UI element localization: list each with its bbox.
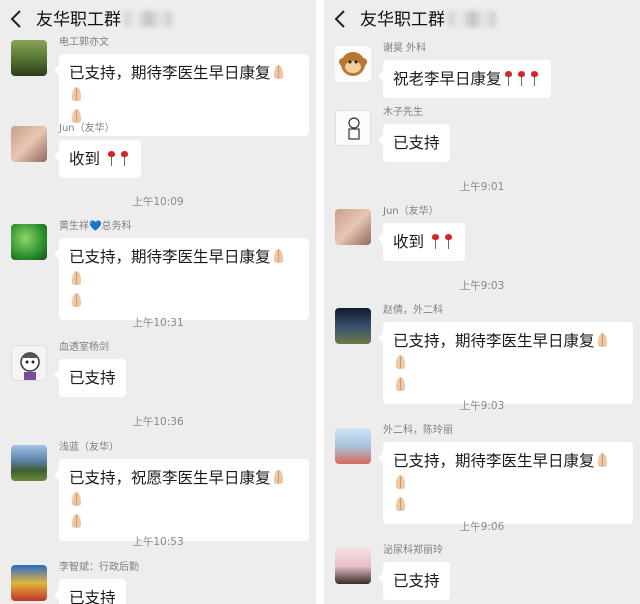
message-bubble[interactable]: 收到 [378,223,465,261]
message-bubble[interactable]: 已支持 [54,359,126,397]
folded-hands-icon [394,497,407,512]
sender-name: 外二科，陈玲丽 [383,425,453,436]
message-text: 收到 [393,233,425,251]
folded-hands-icon [394,377,407,392]
message-bubble[interactable]: 已支持，祝愿李医生早日康复 [54,459,309,541]
rose-icon [107,151,116,166]
folded-hands-icon [596,333,609,348]
message-bubble[interactable]: 已支持，期待李医生早日康复 [54,238,309,320]
message-bubble[interactable]: 祝老李早日康复 [378,60,551,98]
rose-icon [530,71,539,86]
timestamp: 上午10:31 [132,317,184,329]
message-bubble[interactable]: 已支持 [378,562,450,600]
timestamp: 上午9:01 [459,181,505,193]
rose-icon [120,151,129,166]
avatar[interactable] [335,548,371,584]
blurred-member-count [124,11,172,27]
chevron-left-icon[interactable] [9,6,25,32]
rose-icon [444,234,453,249]
sender-name: 谢昊 外科 [383,43,427,54]
message-text: 已支持，期待李医生早日康复 [69,248,271,266]
avatar[interactable] [11,565,47,601]
rose-icon [517,71,526,86]
chat-title: 友华职工群 [36,9,172,31]
avatar[interactable] [11,224,47,260]
message-bubble[interactable]: 已支持 [378,124,450,162]
chat-header: 友华职工群 [0,0,316,40]
sender-name: 泌尿科郑丽玲 [383,545,443,556]
avatar[interactable] [11,40,47,76]
folded-hands-icon [394,475,407,490]
chat-title: 友华职工群 [360,9,496,31]
sender-name: 黄生祥💙总务科 [59,221,132,232]
timestamp: 上午9:06 [459,521,505,533]
avatar[interactable] [335,110,371,146]
chevron-left-icon[interactable] [333,6,349,32]
timestamp: 上午10:36 [132,416,184,428]
folded-hands-icon [596,453,609,468]
message-text: 祝老李早日康复 [393,70,502,88]
folded-hands-icon [70,293,83,308]
avatar[interactable] [335,308,371,344]
timestamp: 上午10:09 [132,196,184,208]
sender-name: Jun（友华） [59,123,115,134]
avatar[interactable] [11,445,47,481]
folded-hands-icon [272,249,285,264]
message-text: 已支持 [393,134,440,152]
folded-hands-icon [70,271,83,286]
message-bubble[interactable]: 已支持 [54,579,126,604]
sender-name: 电工郭亦文 [59,37,109,48]
blurred-member-count [448,11,496,27]
timestamp: 上午9:03 [459,400,505,412]
sender-name: 血透室杨剑 [59,342,109,353]
folded-hands-icon [70,492,83,507]
message-text: 已支持 [393,572,440,590]
message-text: 已支持，期待李医生早日康复 [393,332,595,350]
sender-name: 李智斌：行政后勤 [59,562,139,573]
message-text: 已支持 [69,589,116,604]
chat-screen-right: 友华职工群 谢昊 外科 祝老李早日康复 木子先生 已支持 上午9:01 Jun（… [324,0,640,604]
avatar[interactable] [335,428,371,464]
sender-name: 赵倩，外二科 [383,305,443,316]
avatar[interactable] [11,126,47,162]
message-bubble[interactable]: 已支持，期待李医生早日康复 [378,442,633,524]
folded-hands-icon [70,87,83,102]
message-text: 收到 [69,150,101,168]
avatar[interactable] [11,345,47,381]
message-text: 已支持，期待李医生早日康复 [69,64,271,82]
message-text: 已支持 [69,369,116,387]
rose-icon [431,234,440,249]
avatar[interactable] [335,209,371,245]
rose-icon [504,71,513,86]
folded-hands-icon [272,65,285,80]
message-bubble[interactable]: 收到 [54,140,141,178]
timestamp: 上午9:03 [459,280,505,292]
message-bubble[interactable]: 已支持，期待李医生早日康复 [378,322,633,404]
sender-name: 浅蓝（友华） [59,442,119,453]
chat-header: 友华职工群 [324,0,640,40]
sender-name: Jun（友华） [383,206,439,217]
timestamp: 上午10:53 [132,536,184,548]
message-text: 已支持，祝愿李医生早日康复 [69,469,271,487]
avatar[interactable] [335,46,371,82]
folded-hands-icon [394,355,407,370]
folded-hands-icon [272,470,285,485]
folded-hands-icon [70,514,83,529]
message-text: 已支持，期待李医生早日康复 [393,452,595,470]
chat-screen-left: 友华职工群 电工郭亦文 已支持，期待李医生早日康复 Jun（友华） 收到 上午1… [0,0,316,604]
sender-name: 木子先生 [383,107,423,118]
